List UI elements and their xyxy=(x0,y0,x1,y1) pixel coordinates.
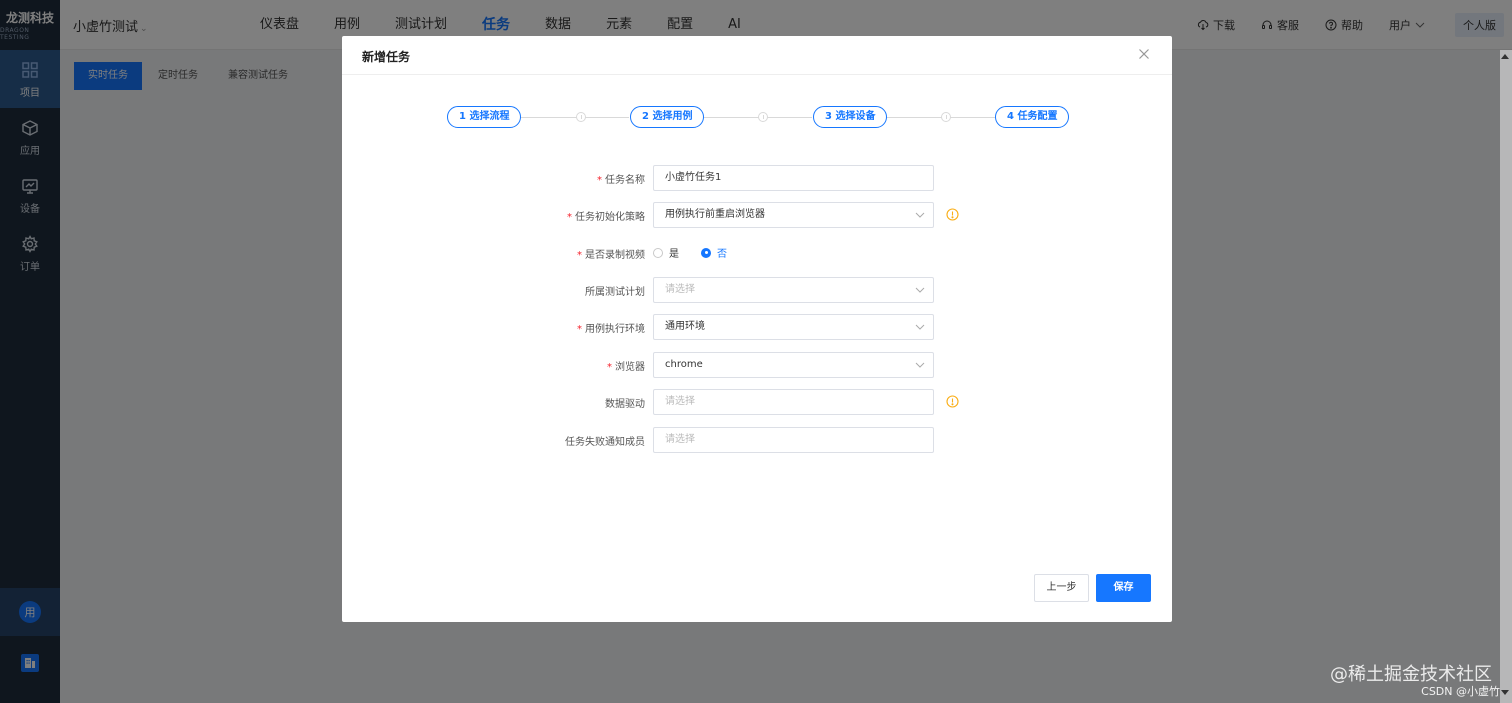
radio-circle xyxy=(653,247,663,258)
form-row-data-driven: 数据驱动 请选择 xyxy=(342,389,1172,415)
environment-value: 通用环境 xyxy=(665,321,705,332)
step-connector xyxy=(883,117,995,118)
close-icon[interactable] xyxy=(1136,46,1152,62)
chevron-down-icon xyxy=(915,287,925,293)
browser-select[interactable]: chrome xyxy=(653,352,934,378)
form-row-notify-members: 任务失败通知成员 请选择 xyxy=(342,427,1172,453)
radio-circle-checked xyxy=(701,247,711,258)
test-plan-label: 所属测试计划 xyxy=(585,287,645,298)
data-driven-select[interactable]: 请选择 xyxy=(653,389,934,415)
step-connector xyxy=(517,117,629,118)
chevron-down-icon xyxy=(915,362,925,368)
step-dot-icon xyxy=(941,112,951,122)
scrollbar[interactable] xyxy=(1500,50,1512,703)
warning-icon[interactable] xyxy=(946,208,959,221)
step-dot-icon xyxy=(576,112,586,122)
prev-step-button[interactable]: 上一步 xyxy=(1034,574,1089,602)
form-row-test-plan: 所属测试计划 请选择 xyxy=(342,277,1172,303)
step-select-cases[interactable]: 2 选择用例 xyxy=(630,106,705,128)
form-row-record-video: * 是否录制视频 是 否 xyxy=(342,240,1172,266)
record-video-label: * 是否录制视频 xyxy=(577,250,645,261)
test-plan-select[interactable]: 请选择 xyxy=(653,277,934,303)
form-row-init-strategy: * 任务初始化策略 用例执行前重启浏览器 xyxy=(342,202,1172,228)
test-plan-placeholder: 请选择 xyxy=(665,284,695,295)
task-name-label: * 任务名称 xyxy=(597,175,645,186)
step-indicator: 1 选择流程 2 选择用例 3 选择设备 4 任务配置 xyxy=(447,106,1070,128)
chevron-down-icon xyxy=(915,324,925,330)
init-strategy-value: 用例执行前重启浏览器 xyxy=(665,209,765,220)
step-connector xyxy=(700,117,812,118)
browser-value: chrome xyxy=(665,359,703,370)
warning-icon[interactable] xyxy=(946,395,959,408)
form-row-browser: * 浏览器 chrome xyxy=(342,352,1172,378)
scroll-down-arrow-icon[interactable] xyxy=(1501,690,1509,695)
step-select-flow[interactable]: 1 选择流程 xyxy=(447,106,522,128)
watermark-csdn: CSDN @小虚竹 xyxy=(1421,685,1500,698)
step-select-devices[interactable]: 3 选择设备 xyxy=(813,106,888,128)
record-video-radio-group: 是 否 xyxy=(653,245,749,260)
environment-select[interactable]: 通用环境 xyxy=(653,314,934,340)
save-button[interactable]: 保存 xyxy=(1096,574,1151,602)
environment-label: * 用例执行环境 xyxy=(577,324,645,335)
notify-members-label: 任务失败通知成员 xyxy=(565,437,645,448)
task-name-input[interactable]: 小虚竹任务1 xyxy=(653,165,934,191)
dialog-title: 新增任务 xyxy=(362,50,411,64)
dialog-header: 新增任务 xyxy=(342,36,1172,75)
chevron-down-icon xyxy=(915,212,925,218)
init-strategy-select[interactable]: 用例执行前重启浏览器 xyxy=(653,202,934,228)
step-task-config[interactable]: 4 任务配置 xyxy=(995,106,1070,128)
form-row-environment: * 用例执行环境 通用环境 xyxy=(342,314,1172,340)
record-video-no-radio[interactable]: 否 xyxy=(701,245,727,260)
step-dot-icon xyxy=(758,112,768,122)
notify-members-select[interactable]: 请选择 xyxy=(653,427,934,453)
scroll-up-arrow-icon[interactable] xyxy=(1501,54,1509,59)
record-video-yes-radio[interactable]: 是 xyxy=(653,245,679,260)
browser-label: * 浏览器 xyxy=(607,362,645,373)
init-strategy-label: * 任务初始化策略 xyxy=(567,212,645,223)
data-driven-label: 数据驱动 xyxy=(605,399,645,410)
new-task-dialog: 新增任务 1 选择流程 2 选择用例 3 选择设备 4 任务配置 * 任务名称 小… xyxy=(342,36,1172,622)
form-row-task-name: * 任务名称 小虚竹任务1 xyxy=(342,165,1172,191)
